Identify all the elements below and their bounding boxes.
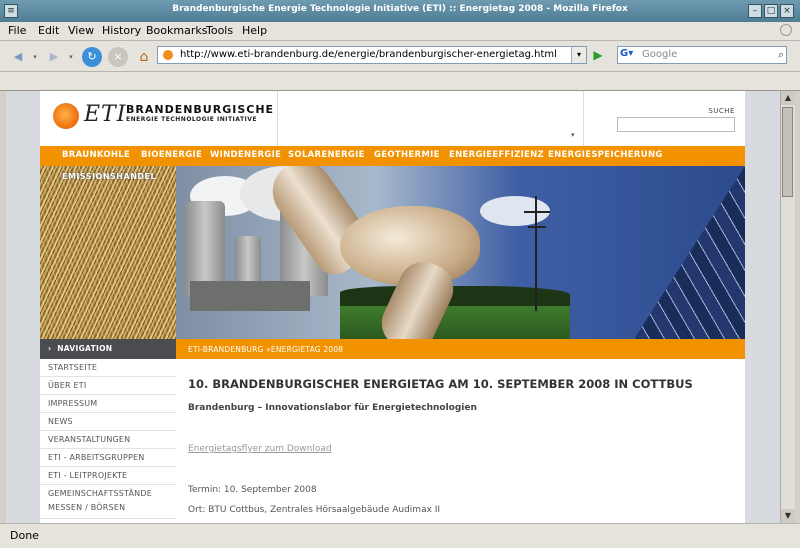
topnav-geothermie[interactable]: GEOTHERMIE <box>374 150 440 160</box>
header-banner-image: EMISSIONSHANDEL <box>40 166 745 339</box>
power-pylon <box>535 196 537 311</box>
header-divider <box>583 91 584 146</box>
web-page: ETI BRANDENBURGISCHE ENERGIE TECHNOLOGIE… <box>40 91 745 523</box>
sidebar-item-label: NEWS <box>48 417 73 426</box>
page-subtitle: Brandenburg – Innovationslabor für Energ… <box>188 403 477 413</box>
sidebar-item-impressum[interactable]: IMPRESSUM <box>40 395 176 413</box>
breadcrumb-text[interactable]: ETI-BRANDENBURG »ENERGIETAG 2008 <box>188 345 343 354</box>
search-placeholder: Google <box>642 49 678 60</box>
status-bar: Done <box>0 523 800 548</box>
navigation-title: › NAVIGATION <box>48 344 113 353</box>
scroll-down-icon[interactable]: ▼ <box>781 509 795 523</box>
vertical-scrollbar[interactable]: ▲ ▼ <box>780 91 795 523</box>
close-icon[interactable]: × <box>780 4 794 18</box>
flyer-download-link[interactable]: Energietagsflyer zum Download <box>188 444 332 454</box>
sidebar-item-gemeinschaftsstaende[interactable]: GEMEINSCHAFTSSTÄNDE MESSEN / BÖRSEN <box>40 485 176 519</box>
topnav-emissionshandel[interactable]: EMISSIONSHANDEL <box>62 172 156 181</box>
topnav-energiespeicherung[interactable]: ENERGIESPEICHERUNG <box>548 150 663 160</box>
topnav-windenergie[interactable]: WINDENERGIE <box>210 150 281 160</box>
sidebar-item-news[interactable]: NEWS <box>40 413 176 431</box>
header-divider <box>277 91 278 146</box>
topnav-bioenergie[interactable]: BIOENERGIE <box>141 150 202 160</box>
search-label: SUCHE <box>708 107 735 115</box>
maximize-icon[interactable]: □ <box>764 4 778 18</box>
sidebar-item-ueber-eti[interactable]: ÜBER ETI <box>40 377 176 395</box>
eti-logo-sun-icon[interactable] <box>53 103 79 129</box>
sidebar-item-label: VERANSTALTUNGEN <box>48 435 131 444</box>
scrollbar-thumb[interactable] <box>782 107 793 197</box>
power-pylon-arm <box>524 211 550 213</box>
menu-tools[interactable]: Tools <box>206 24 233 37</box>
search-icon[interactable]: ⌕ <box>778 48 784 62</box>
menu-bookmarks[interactable]: Bookmarks <box>146 24 207 37</box>
power-pylon-arm <box>528 226 546 228</box>
navigation-title-text: NAVIGATION <box>57 344 113 353</box>
sidebar-item-label: IMPRESSUM <box>48 399 98 408</box>
home-icon[interactable]: ⌂ <box>134 47 154 67</box>
bookmarks-toolbar <box>0 72 800 91</box>
sidebar-item-startseite[interactable]: STARTSEITE <box>40 359 176 377</box>
url-text: http://www.eti-brandenburg.de/energie/br… <box>180 49 557 60</box>
sidebar-item-label: MESSEN / BÖRSEN <box>48 503 126 512</box>
forward-history-dropdown-icon[interactable]: ▾ <box>66 47 76 67</box>
window-title: Brandenburgische Energie Technologie Ini… <box>172 4 628 14</box>
power-plant <box>190 281 310 311</box>
throbber-icon <box>780 24 792 36</box>
window-titlebar[interactable]: ≡ Brandenburgische Energie Technologie I… <box>0 0 800 23</box>
back-arrow-icon[interactable]: ◀ <box>8 47 28 67</box>
back-history-dropdown-icon[interactable]: ▾ <box>30 47 40 67</box>
status-text: Done <box>10 529 39 542</box>
sidebar-navigation: › NAVIGATION STARTSEITE ÜBER ETI IMPRESS… <box>40 339 176 523</box>
url-dropdown-icon[interactable]: ▾ <box>571 47 586 63</box>
menu-bar: File Edit View History Bookmarks Tools H… <box>0 22 800 41</box>
top-navigation: BRAUNKOHLE BIOENERGIE WINDENERGIE SOLARE… <box>40 146 745 166</box>
event-date: Termin: 10. September 2008 <box>188 485 317 495</box>
menu-view[interactable]: View <box>68 24 94 37</box>
sidebar-item-leitprojekte[interactable]: ETI - LEITPROJEKTE <box>40 467 176 485</box>
sidebar-item-label: ETI - LEITPROJEKTE <box>48 471 128 480</box>
header-dropdown-icon[interactable]: ▾ <box>571 131 575 139</box>
site-search-input[interactable] <box>617 117 735 132</box>
sidebar-item-label: STARTSEITE <box>48 363 98 372</box>
stop-icon[interactable]: × <box>108 47 128 67</box>
sidebar-item-label: ETI - ARBEITSGRUPPEN <box>48 453 145 462</box>
reload-icon[interactable]: ↻ <box>82 47 102 67</box>
sidebar-item-arbeitsgruppen[interactable]: ETI - ARBEITSGRUPPEN <box>40 449 176 467</box>
logo-eti-mark[interactable]: ETI <box>84 102 126 127</box>
minimize-icon[interactable]: – <box>748 4 762 18</box>
search-engine-icon[interactable]: G▾ <box>620 48 638 62</box>
menu-help[interactable]: Help <box>242 24 267 37</box>
site-favicon-icon <box>163 50 173 60</box>
web-search-input[interactable]: G▾ Google ⌕ <box>617 46 787 64</box>
main-content: 10. BRANDENBURGISCHER ENERGIETAG AM 10. … <box>176 359 745 523</box>
topnav-braunkohle[interactable]: BRAUNKOHLE <box>62 150 130 160</box>
menu-edit[interactable]: Edit <box>38 24 59 37</box>
menu-file[interactable]: File <box>8 24 26 37</box>
forward-arrow-icon[interactable]: ▶ <box>44 47 64 67</box>
navigation-toolbar: ◀ ▾ ▶ ▾ ↻ × ⌂ http://www.eti-brandenburg… <box>0 41 800 72</box>
logo-name[interactable]: BRANDENBURGISCHE <box>126 103 274 116</box>
wheat-texture <box>40 166 176 339</box>
site-header: ETI BRANDENBURGISCHE ENERGIE TECHNOLOGIE… <box>40 91 745 147</box>
page-title: 10. BRANDENBURGISCHER ENERGIETAG AM 10. … <box>188 377 693 391</box>
sidebar-item-veranstaltungen[interactable]: VERANSTALTUNGEN <box>40 431 176 449</box>
scroll-up-icon[interactable]: ▲ <box>781 91 795 105</box>
topnav-solarenergie[interactable]: SOLARENERGIE <box>288 150 365 160</box>
menu-history[interactable]: History <box>102 24 141 37</box>
sidebar-item-label: GEMEINSCHAFTSSTÄNDE <box>48 489 152 498</box>
navigation-header: › NAVIGATION <box>40 339 176 359</box>
topnav-energieeffizienz[interactable]: ENERGIEEFFIZIENZ <box>449 150 544 160</box>
event-location: Ort: BTU Cottbus, Zentrales Hörsaalgebäu… <box>188 505 441 515</box>
url-bar[interactable]: http://www.eti-brandenburg.de/energie/br… <box>157 46 587 64</box>
sidebar-item-label: ÜBER ETI <box>48 381 87 390</box>
breadcrumb: ETI-BRANDENBURG »ENERGIETAG 2008 <box>176 339 745 359</box>
logo-subtitle: ENERGIE TECHNOLOGIE INITIATIVE <box>126 116 258 123</box>
go-button-icon[interactable]: ▶ <box>589 46 607 64</box>
page-viewport[interactable]: ETI BRANDENBURGISCHE ENERGIE TECHNOLOGIE… <box>6 91 780 523</box>
